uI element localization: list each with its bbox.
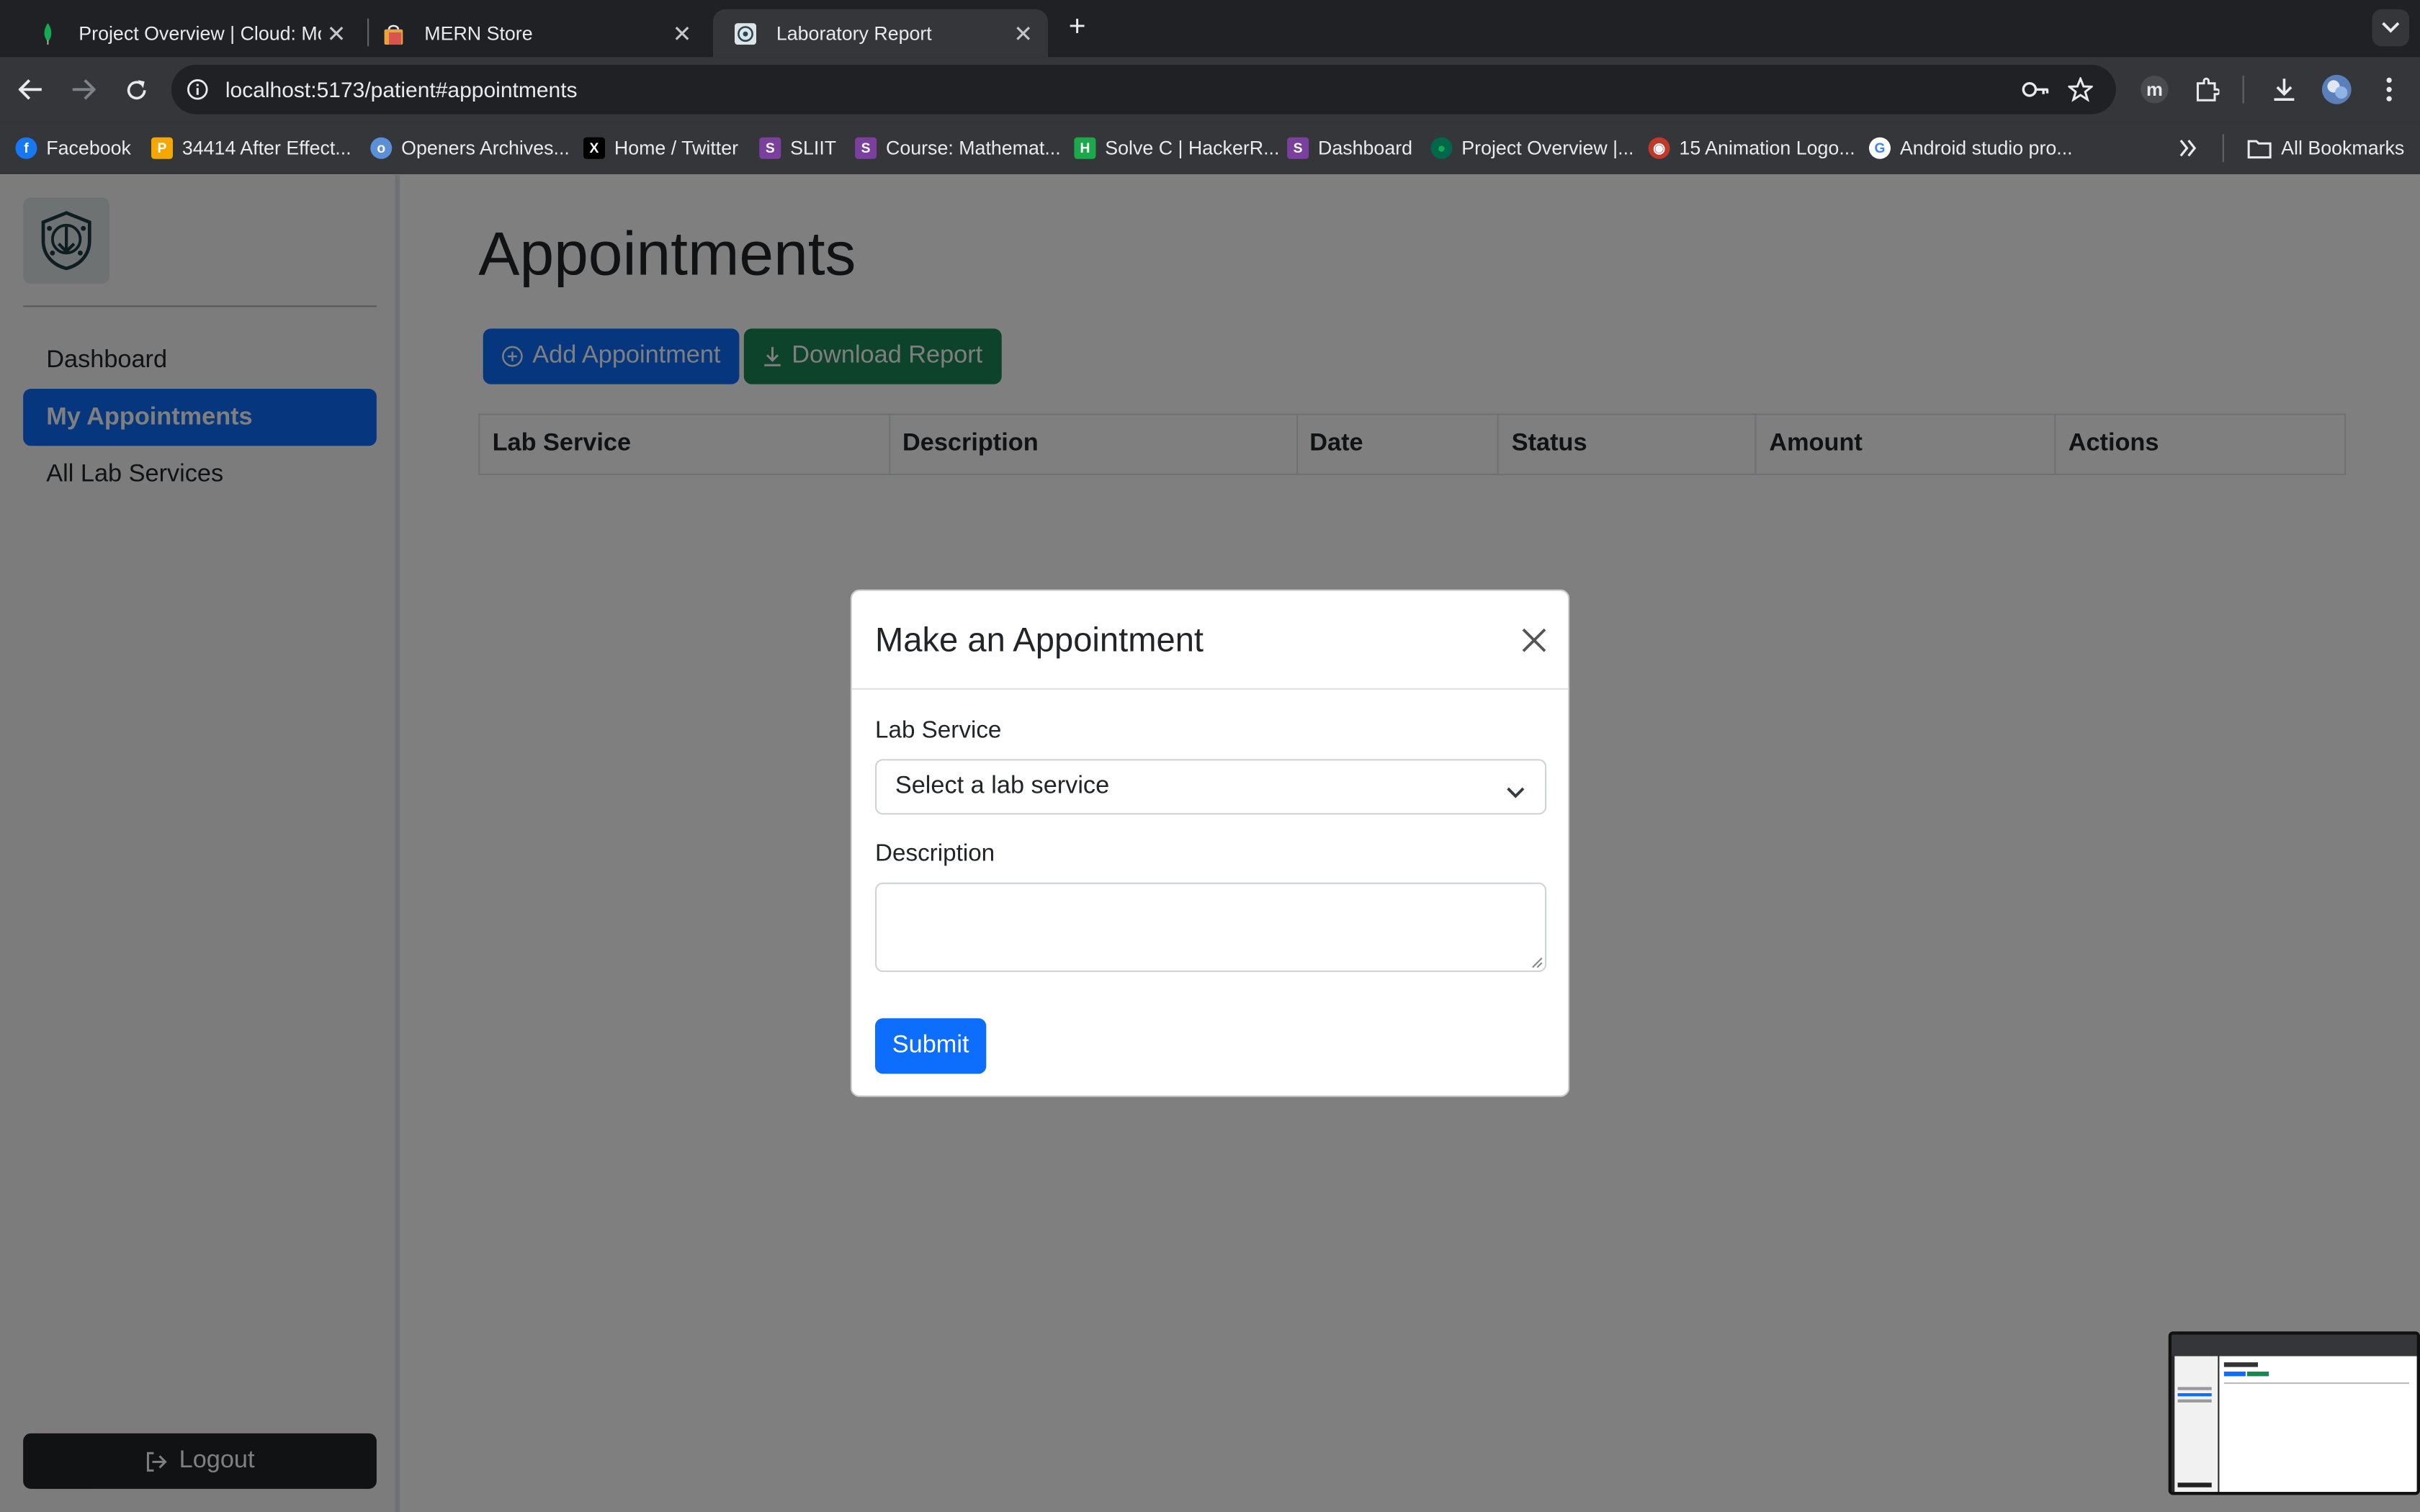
thumbnail-sidebar-item: [2177, 1387, 2212, 1390]
bookmark-separator: [2222, 134, 2224, 162]
thumbnail-table-row: [2223, 1382, 2409, 1385]
reload-icon[interactable]: [120, 74, 151, 105]
browser-tab[interactable]: Project Overview | Cloud: Mo ✕: [15, 9, 361, 57]
url-text: localhost:5173/patient#appointments: [225, 77, 578, 102]
thumbnail-sidebar-item: [2177, 1392, 2212, 1397]
forward-arrow-icon[interactable]: [68, 74, 99, 105]
tab-title: MERN Store: [424, 22, 533, 45]
bookmark-star-icon[interactable]: [2066, 76, 2095, 109]
bookmark-label: Solve C | HackerR...: [1105, 137, 1280, 159]
thumbnail-button: [2223, 1372, 2246, 1377]
bookmarks-bar: f Facebook P 34414 After Effect... o Opener…: [0, 122, 2420, 175]
extensions-puzzle-icon[interactable]: [2192, 74, 2223, 105]
browser-tab[interactable]: MERN Store ✕: [361, 9, 707, 57]
bookmark-label: 15 Animation Logo...: [1679, 137, 1855, 159]
browser-tab-active[interactable]: Laboratory Report ✕: [712, 9, 1048, 58]
back-arrow-icon[interactable]: [15, 74, 46, 105]
tab-title: Laboratory Report: [776, 22, 932, 45]
sliit-crest-icon: S: [759, 137, 781, 159]
description-textarea[interactable]: [875, 882, 1547, 972]
mongodb-leaf-icon: [37, 22, 58, 45]
lab-service-selected-value: Select a lab service: [895, 773, 1110, 799]
browser-toolbar: localhost:5173/patient#appointments m: [0, 57, 2420, 122]
hackerrank-icon: H: [1074, 137, 1096, 159]
google-g-icon: G: [1869, 137, 1891, 159]
bookmark-label: SLIIT: [790, 137, 837, 159]
sliit-crest-icon: S: [1287, 137, 1309, 159]
kebab-menu-icon[interactable]: [2374, 74, 2405, 105]
thumbnail-logout: [2177, 1482, 2212, 1488]
bookmark-item[interactable]: ◉ 15 Animation Logo...: [1648, 134, 1855, 162]
bookmark-item[interactable]: o Openers Archives...: [370, 134, 570, 162]
all-bookmarks-folder[interactable]: All Bookmarks: [2247, 134, 2404, 162]
thumbnail-heading: [2223, 1362, 2258, 1367]
bookmark-item[interactable]: G Android studio pro...: [1869, 134, 2073, 162]
bookmark-item[interactable]: H Solve C | HackerR...: [1074, 134, 1279, 162]
resize-grip-icon[interactable]: [1531, 957, 1543, 969]
new-tab-icon[interactable]: +: [1062, 12, 1093, 43]
bookmark-item[interactable]: S SLIIT: [759, 134, 836, 162]
bookmark-item[interactable]: ● Project Overview |...: [1430, 134, 1634, 162]
bookmark-label: Home / Twitter: [614, 137, 739, 159]
bookmark-label: Facebook: [46, 137, 131, 159]
folder-icon: [2247, 138, 2272, 158]
screenshot-thumbnail[interactable]: [2168, 1331, 2420, 1495]
facebook-icon: f: [15, 137, 37, 159]
openers-icon: o: [370, 137, 393, 159]
tab-close-icon[interactable]: ✕: [321, 19, 352, 47]
bookmark-label: Project Overview |...: [1461, 137, 1634, 159]
thumbnail-sidebar-item: [2177, 1399, 2212, 1403]
thumbnail-sidebar: [2174, 1356, 2218, 1493]
thumbnail-main: [2219, 1356, 2417, 1493]
bookmark-item[interactable]: S Course: Mathemat...: [855, 134, 1061, 162]
lab-service-label: Lab Service: [875, 717, 1002, 744]
tab-close-icon[interactable]: ✕: [667, 19, 698, 47]
tab-close-icon[interactable]: ✕: [1008, 19, 1039, 47]
thumbnail-button: [2247, 1372, 2269, 1377]
description-label: Description: [875, 840, 995, 868]
tab-title: Project Overview | Cloud: Mo: [79, 22, 321, 45]
downloads-icon[interactable]: [2269, 74, 2300, 105]
address-bar[interactable]: localhost:5173/patient#appointments: [171, 65, 2116, 114]
bookmark-label: Openers Archives...: [401, 137, 570, 159]
lab-service-select[interactable]: Select a lab service: [875, 759, 1547, 815]
profile-letter: m: [2141, 76, 2169, 104]
x-twitter-icon: X: [583, 137, 605, 159]
toolbar-separator: [2242, 76, 2244, 104]
profile-m-icon[interactable]: m: [2139, 74, 2170, 105]
more-bookmarks-chevron-icon[interactable]: [2179, 134, 2198, 162]
bookmark-label: Dashboard: [1318, 137, 1413, 159]
bookmark-label: 34414 After Effect...: [182, 137, 351, 159]
chevron-down-icon: [1506, 779, 1525, 807]
make-appointment-modal: Make an Appointment Lab Service Select a…: [850, 589, 1570, 1097]
thumbnail-browser-bar: [2172, 1334, 2417, 1356]
bookmark-item[interactable]: S Dashboard: [1287, 134, 1412, 162]
bookmark-label: Course: Mathemat...: [886, 137, 1061, 159]
bookmark-label: Android studio pro...: [1899, 137, 2073, 159]
sliit-crest-icon: S: [855, 137, 877, 159]
bookmark-item[interactable]: P 34414 After Effect...: [151, 134, 351, 162]
browser-tab-strip: Project Overview | Cloud: Mo ✕ MERN Stor…: [0, 0, 2420, 58]
tab-search-chevron-icon[interactable]: [2372, 9, 2409, 47]
modal-header: Make an Appointment: [851, 591, 1569, 690]
p-icon: P: [151, 137, 173, 159]
bookmark-item[interactable]: f Facebook: [15, 134, 131, 162]
close-icon[interactable]: [1519, 625, 1550, 656]
animation-logo-icon: ◉: [1648, 137, 1670, 159]
store-bag-icon: [382, 22, 404, 45]
avatar[interactable]: [2321, 74, 2352, 105]
mongodb-leaf-icon: ●: [1430, 137, 1453, 159]
lab-logo-icon: [734, 22, 756, 45]
all-bookmarks-label: All Bookmarks: [2281, 137, 2405, 159]
modal-title: Make an Appointment: [875, 620, 1204, 659]
submit-button[interactable]: Submit: [875, 1018, 987, 1074]
bookmark-item[interactable]: X Home / Twitter: [583, 134, 738, 162]
password-key-icon[interactable]: [2022, 77, 2050, 109]
site-info-icon[interactable]: [187, 78, 208, 108]
